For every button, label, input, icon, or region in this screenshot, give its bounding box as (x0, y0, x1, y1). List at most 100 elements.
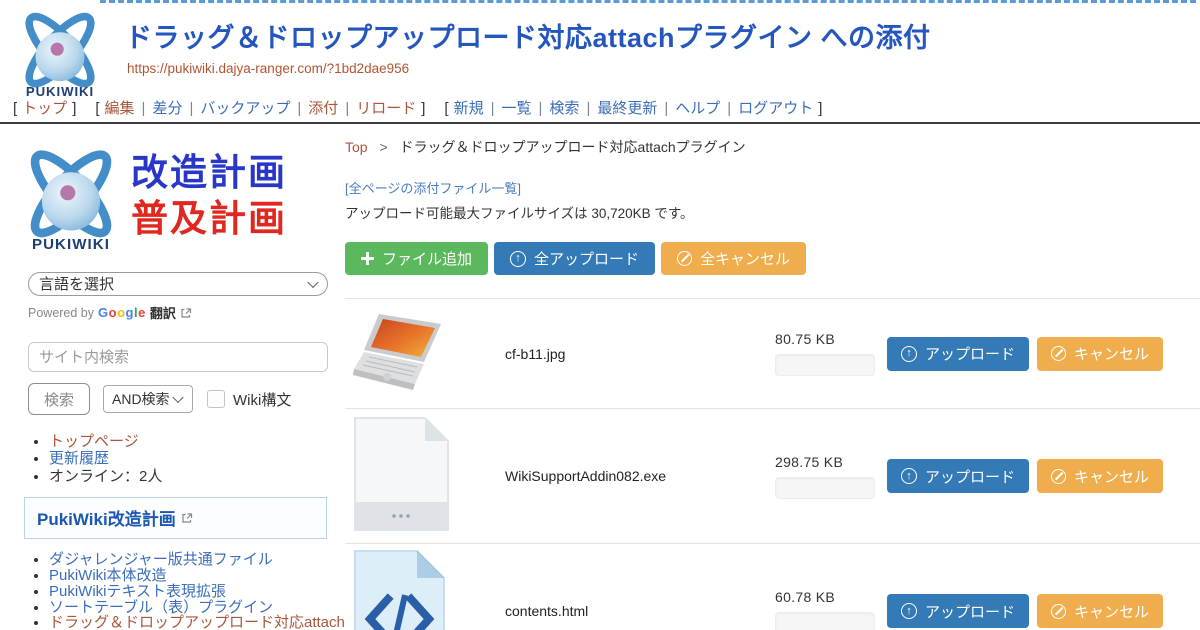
nav-item-reload[interactable]: リロード (356, 100, 416, 117)
sidebar-link-sort-table[interactable]: ソートテーブル（表）プラグイン (49, 599, 273, 616)
banner-kaizo-text: 改造計画 (131, 150, 287, 196)
upload-progress-bar (775, 354, 875, 376)
upload-queue: cf-b11.jpg 80.75 KB ↑ アップロード キャンセル (345, 298, 1200, 630)
cancel-all-label: 全キャンセル (700, 248, 790, 269)
sidebar-site-title-link[interactable]: PukiWiki改造計画 (37, 505, 176, 530)
file-actions: ↑ アップロード キャンセル (887, 337, 1200, 371)
list-item: 更新履歴 (49, 450, 345, 467)
nav-separator: | (189, 100, 193, 117)
upload-file-button[interactable]: ↑ アップロード (887, 337, 1029, 371)
search-mode-select[interactable]: AND検索 (103, 385, 193, 413)
list-item: オンライン：2人 (49, 468, 345, 485)
nav-separator: | (297, 100, 301, 117)
external-link-icon (180, 307, 192, 319)
sidebar-quick-links: トップページ 更新履歴 オンライン：2人 (28, 433, 345, 485)
language-select[interactable]: 言語を選択 (28, 272, 328, 296)
file-size: 298.75 KB (775, 454, 887, 470)
sidebar-link-core-mods[interactable]: PukiWiki本体改造 (49, 567, 167, 584)
nav-item-diff[interactable]: 差分 (152, 100, 182, 117)
list-item: トップページ (49, 433, 345, 450)
generic-file-icon (353, 416, 450, 532)
all-attachments-link[interactable]: [全ページの添付ファイル一覧] (345, 178, 521, 197)
nav-separator: | (586, 100, 590, 117)
breadcrumb-separator: > (379, 139, 387, 155)
file-size: 80.75 KB (775, 331, 887, 347)
upload-file-button[interactable]: ↑ アップロード (887, 459, 1029, 493)
cancel-file-button[interactable]: キャンセル (1037, 459, 1163, 493)
breadcrumb: Top > ドラッグ＆ドロップアップロード対応attachプラグイン (345, 137, 1200, 157)
upload-circle-icon: ↑ (901, 468, 917, 484)
upload-circle-icon: ↑ (510, 251, 526, 267)
banner-fukyu-text: 普及計画 (131, 196, 287, 242)
translate-label: 翻訳 (150, 303, 176, 322)
nav-item-backup[interactable]: バックアップ (200, 100, 290, 117)
nav-item-edit[interactable]: 編集 (105, 100, 135, 117)
nav-item-help[interactable]: ヘルプ (675, 100, 720, 117)
cancel-label: キャンセル (1074, 343, 1149, 364)
cancel-circle-icon (677, 251, 692, 266)
sidebar-banner[interactable]: PUKIWIKI 改造計画 普及計画 (15, 140, 345, 252)
logo-wordmark: PUKIWIKI (32, 236, 110, 252)
file-size-cell: 80.75 KB (775, 331, 887, 376)
list-item: PukiWiki本体改造 (49, 568, 345, 584)
nav-separator: | (491, 100, 495, 117)
file-thumbnail-cell (353, 416, 505, 537)
file-size-cell: 298.75 KB (775, 454, 887, 499)
cancel-file-button[interactable]: キャンセル (1037, 594, 1163, 628)
plus-icon (361, 252, 374, 265)
upload-label: アップロード (925, 466, 1015, 487)
list-item: ドラッグ＆ドロップアップロード対応attachプラグイン (49, 615, 345, 630)
bracket: ] (72, 100, 76, 117)
sidebar-link-recent-changes[interactable]: 更新履歴 (49, 450, 109, 467)
file-actions: ↑ アップロード キャンセル (887, 459, 1200, 493)
sidebar-section-header: PukiWiki改造計画 (24, 497, 327, 539)
search-button[interactable]: 検索 (28, 383, 90, 415)
sidebar-link-dragdrop-attach[interactable]: ドラッグ＆ドロップアップロード対応attachプラグイン (49, 614, 345, 630)
page-title: ドラッグ＆ドロップアップロード対応attachプラグイン への添付 (125, 22, 1196, 54)
file-row: contents.html 60.78 KB ↑ アップロード キャンセル (345, 543, 1200, 630)
sidebar-link-text-extension[interactable]: PukiWikiテキスト表現拡張 (49, 583, 226, 600)
pukiwiki-logo[interactable]: PUKIWIKI (8, 5, 112, 99)
cancel-circle-icon (1051, 604, 1066, 619)
nav-item-logout[interactable]: ログアウト (738, 100, 813, 117)
nav-item-attach[interactable]: 添付 (308, 100, 338, 117)
cancel-circle-icon (1051, 469, 1066, 484)
bracket: [ (95, 100, 99, 117)
search-mode-wrapper: AND検索 (103, 385, 193, 413)
cancel-all-button[interactable]: 全キャンセル (661, 242, 806, 275)
nav-item-new[interactable]: 新規 (454, 100, 484, 117)
sidebar-link-toppage[interactable]: トップページ (49, 433, 139, 450)
sidebar-online-count: オンライン：2人 (49, 468, 162, 485)
upload-all-button[interactable]: ↑ 全アップロード (494, 242, 655, 275)
nav-item-list[interactable]: 一覧 (502, 100, 532, 117)
language-select-wrapper: 言語を選択 (28, 272, 328, 296)
nav-item-recent[interactable]: 最終更新 (597, 100, 657, 117)
main-content: Top > ドラッグ＆ドロップアップロード対応attachプラグイン [全ページ… (345, 124, 1200, 630)
file-thumbnail-cell (353, 549, 505, 630)
breadcrumb-home-link[interactable]: Top (345, 139, 368, 155)
cancel-file-button[interactable]: キャンセル (1037, 337, 1163, 371)
upload-progress-bar (775, 477, 875, 499)
google-wordmark: Google (98, 305, 146, 320)
nav-separator: | (664, 100, 668, 117)
cancel-label: キャンセル (1074, 601, 1149, 622)
file-thumbnail-cell (353, 311, 505, 396)
laptop-photo-thumbnail (353, 311, 463, 391)
page-url-link[interactable]: https://pukiwiki.dajya-ranger.com/?1bd2d… (127, 61, 409, 76)
nav-item-top[interactable]: トップ (22, 100, 67, 117)
upload-file-button[interactable]: ↑ アップロード (887, 594, 1029, 628)
sidebar-link-common-files[interactable]: ダジャレンジャー版共通ファイル (49, 551, 273, 568)
logo-wordmark: PUKIWIKI (26, 84, 94, 99)
max-upload-size-text: アップロード可能最大ファイルサイズは 30,720KB です。 (345, 202, 1200, 222)
site-search-input[interactable] (28, 342, 328, 372)
nav-item-search[interactable]: 検索 (549, 100, 579, 117)
nav-separator: | (539, 100, 543, 117)
sidebar-site-links: ダジャレンジャー版共通ファイル PukiWiki本体改造 PukiWikiテキス… (28, 552, 345, 630)
cancel-label: キャンセル (1074, 466, 1149, 487)
bracket: ] (421, 100, 425, 117)
upload-label: アップロード (925, 601, 1015, 622)
add-files-label: ファイル追加 (382, 248, 472, 269)
wiki-syntax-checkbox[interactable] (207, 390, 225, 408)
file-row: WikiSupportAddin082.exe 298.75 KB ↑ アップロ… (345, 408, 1200, 543)
add-files-button[interactable]: ファイル追加 (345, 242, 488, 275)
